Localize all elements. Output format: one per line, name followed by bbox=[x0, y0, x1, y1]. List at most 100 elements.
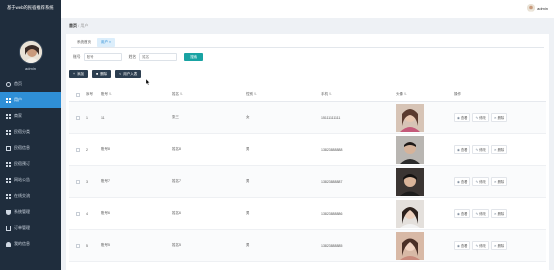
breadcrumb: 首页 / 用户 bbox=[69, 23, 88, 29]
cell-sex: 男 bbox=[246, 147, 250, 151]
edit-icon: ✎ bbox=[475, 147, 479, 152]
col-phone[interactable]: 手机⇅ bbox=[321, 92, 396, 97]
cell-phone: 13823888886 bbox=[321, 211, 343, 216]
row-checkbox[interactable] bbox=[75, 179, 80, 184]
sidebar-item-label: 我的信息 bbox=[14, 241, 30, 246]
sidebar-item-profile[interactable]: 我的信息 bbox=[0, 236, 61, 252]
account-search-input[interactable] bbox=[83, 53, 122, 61]
sidebar-item-home[interactable]: 首页 bbox=[0, 76, 61, 92]
home-icon bbox=[6, 81, 11, 87]
user-photo[interactable] bbox=[396, 135, 424, 164]
delete-row-button[interactable]: ✕ 删除 bbox=[490, 145, 508, 154]
edit-button[interactable]: ✎ 修改 bbox=[472, 113, 489, 122]
search-bar: 账号 姓名 搜索 bbox=[73, 53, 204, 61]
sidebar-item-system[interactable]: 系统管理 bbox=[0, 204, 61, 220]
breadcrumb-home[interactable]: 首页 bbox=[69, 23, 77, 28]
user-photo[interactable] bbox=[396, 167, 424, 196]
col-name[interactable]: 姓名⇅ bbox=[172, 92, 246, 97]
edit-icon: ✎ bbox=[475, 115, 479, 120]
row-checkbox[interactable] bbox=[75, 243, 80, 248]
edit-icon: ✎ bbox=[475, 179, 479, 184]
sort-icon: ⇅ bbox=[180, 92, 183, 96]
mouse-cursor-icon bbox=[146, 79, 150, 85]
sidebar-item-booking[interactable]: 民宿预订 bbox=[0, 156, 61, 172]
cell-sex: 男 bbox=[246, 179, 250, 183]
sidebar-item-user[interactable]: 用户 bbox=[0, 92, 61, 108]
edit-button[interactable]: ✎ 修改 bbox=[472, 241, 489, 250]
select-all-checkbox[interactable] bbox=[75, 92, 80, 97]
tab-user[interactable]: 用户 × bbox=[97, 38, 116, 47]
top-username: admin bbox=[537, 5, 548, 11]
system-title: 基于web的民宿推荐系统 bbox=[7, 5, 54, 10]
trash-icon: ✕ bbox=[493, 179, 497, 184]
tab-divider bbox=[71, 47, 544, 48]
cart-icon bbox=[6, 225, 11, 231]
top-user-menu[interactable]: admin bbox=[527, 4, 548, 12]
name-label: 姓名 bbox=[128, 54, 137, 59]
cell-index: 1 bbox=[86, 115, 88, 120]
row-checkbox[interactable] bbox=[75, 211, 80, 216]
delete-button[interactable]: ■ 删除 bbox=[92, 70, 112, 78]
plus-icon: + bbox=[73, 72, 76, 76]
view-icon: ◉ bbox=[457, 211, 460, 216]
cell-account: 账号8 bbox=[101, 147, 110, 151]
delete-row-button[interactable]: ✕ 删除 bbox=[490, 209, 508, 218]
tab-system-home[interactable]: 系统首页 bbox=[73, 38, 95, 47]
cell-name: 姓名7 bbox=[172, 179, 181, 183]
user-icon bbox=[6, 241, 11, 247]
row-checkbox[interactable] bbox=[75, 147, 80, 152]
breadcrumb-current: 用户 bbox=[80, 23, 89, 28]
edit-button[interactable]: ✎ 修改 bbox=[472, 145, 489, 154]
edit-button[interactable]: ✎ 修改 bbox=[472, 209, 489, 218]
action-bar: + 添加 ■ 删除 < 用户入表 bbox=[69, 70, 145, 78]
edit-icon: ✎ bbox=[475, 243, 479, 248]
table-row: 5 账号5 姓名5 男 13823888885 ◉ 查看 ✎ 修改 ✕ 删除 bbox=[69, 230, 546, 262]
sort-icon: ⇅ bbox=[109, 92, 112, 96]
cell-account: 账号6 bbox=[101, 211, 110, 215]
admin-avatar[interactable] bbox=[19, 40, 43, 64]
view-button[interactable]: ◉ 查看 bbox=[454, 113, 471, 122]
view-button[interactable]: ◉ 查看 bbox=[454, 177, 471, 186]
cell-phone: 13823888887 bbox=[321, 179, 343, 184]
sidebar-item-merchant[interactable]: 商家 bbox=[0, 108, 61, 124]
trash-icon: ■ bbox=[96, 72, 99, 76]
sidebar-item-category[interactable]: 民宿分类 bbox=[0, 124, 61, 140]
col-sex[interactable]: 性别⇅ bbox=[246, 92, 321, 97]
cell-phone: 15111111111 bbox=[321, 115, 341, 120]
sidebar-item-label: 网站公告 bbox=[14, 177, 30, 182]
search-button[interactable]: 搜索 bbox=[184, 53, 204, 61]
sidebar-item-homestay-info[interactable]: 民宿信息 bbox=[0, 140, 61, 156]
sidebar-item-label: 在线交流 bbox=[14, 193, 30, 198]
grid-icon bbox=[6, 193, 11, 199]
view-button[interactable]: ◉ 查看 bbox=[454, 145, 471, 154]
sidebar-item-chat[interactable]: 在线交流 bbox=[0, 188, 61, 204]
col-index: 序号 bbox=[86, 92, 93, 96]
edit-button[interactable]: ✎ 修改 bbox=[472, 177, 489, 186]
col-account[interactable]: 账号⇅ bbox=[101, 92, 172, 97]
delete-row-button[interactable]: ✕ 删除 bbox=[490, 113, 508, 122]
delete-row-button[interactable]: ✕ 删除 bbox=[490, 241, 508, 250]
sidebar-item-orders[interactable]: 订单管理 bbox=[0, 220, 61, 236]
cell-name: 姓名6 bbox=[172, 211, 181, 215]
sidebar-item-label: 民宿分类 bbox=[14, 129, 30, 134]
name-search-input[interactable] bbox=[139, 53, 178, 61]
cell-sex: 男 bbox=[246, 243, 250, 247]
row-checkbox[interactable] bbox=[75, 115, 80, 120]
table-body: 1 11 张三 女 15111111111 ◉ 查看 ✎ 修改 ✕ 删除 2 账… bbox=[69, 102, 546, 262]
import-button[interactable]: < 用户入表 bbox=[115, 70, 142, 78]
view-button[interactable]: ◉ 查看 bbox=[454, 209, 471, 218]
view-icon: ◉ bbox=[457, 243, 460, 248]
cell-phone: 13823888885 bbox=[321, 243, 343, 248]
user-photo[interactable] bbox=[396, 199, 424, 228]
col-photo[interactable]: 头像⇅ bbox=[396, 92, 454, 97]
trash-icon: ✕ bbox=[493, 115, 497, 120]
delete-label: 删除 bbox=[100, 71, 108, 76]
table-row: 2 账号8 姓名8 男 13823888888 ◉ 查看 ✎ 修改 ✕ 删除 bbox=[69, 134, 546, 166]
view-button[interactable]: ◉ 查看 bbox=[454, 241, 471, 250]
user-photo[interactable] bbox=[396, 231, 424, 260]
sidebar-item-notice[interactable]: 网站公告 bbox=[0, 172, 61, 188]
cell-name: 张三 bbox=[172, 115, 179, 119]
user-photo[interactable] bbox=[396, 103, 424, 132]
delete-row-button[interactable]: ✕ 删除 bbox=[490, 177, 508, 186]
add-button[interactable]: + 添加 bbox=[69, 70, 89, 78]
